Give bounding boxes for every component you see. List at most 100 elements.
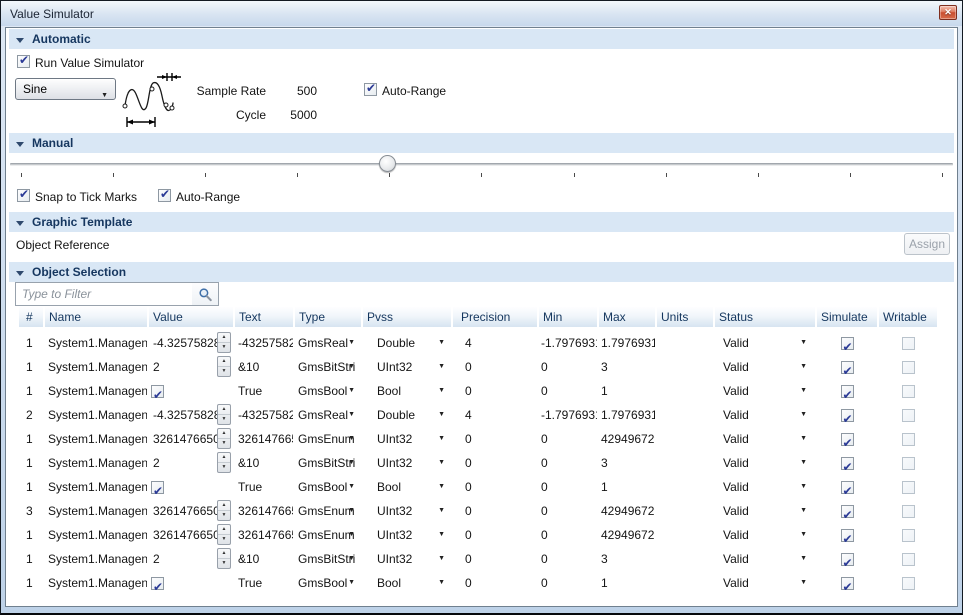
filter-input[interactable] xyxy=(15,282,193,306)
simulate-checkbox[interactable] xyxy=(841,433,854,446)
cell-type-combobox[interactable]: GmsBool▼ xyxy=(295,475,361,499)
spinner-down-icon[interactable]: ▼ xyxy=(218,535,230,544)
value-spinner[interactable]: ▲▼ xyxy=(217,428,231,449)
spinner-down-icon[interactable]: ▼ xyxy=(218,559,230,568)
cell-value[interactable]: 2▲▼ xyxy=(149,451,233,475)
simulate-checkbox[interactable] xyxy=(841,457,854,470)
writable-checkbox[interactable] xyxy=(902,433,915,446)
value-spinner[interactable]: ▲▼ xyxy=(217,404,231,425)
cell-value[interactable]: -4.32575828▲▼ xyxy=(149,331,233,355)
writable-checkbox[interactable] xyxy=(902,529,915,542)
spinner-down-icon[interactable]: ▼ xyxy=(218,511,230,520)
cell-value[interactable]: 2▲▼ xyxy=(149,355,233,379)
cell-pvss-combobox[interactable]: Bool▼ xyxy=(363,571,451,595)
search-button[interactable] xyxy=(192,282,219,306)
cell-pvss-combobox[interactable]: UInt32▼ xyxy=(363,547,451,571)
column-header-writable[interactable]: Writable xyxy=(879,307,937,327)
simulate-checkbox[interactable] xyxy=(841,577,854,590)
value-checkbox[interactable] xyxy=(151,385,164,398)
writable-checkbox[interactable] xyxy=(902,505,915,518)
simulate-checkbox[interactable] xyxy=(841,481,854,494)
cell-pvss-combobox[interactable]: UInt32▼ xyxy=(363,451,451,475)
cell-type-combobox[interactable]: GmsEnum▼ xyxy=(295,523,361,547)
cell-pvss-combobox[interactable]: UInt32▼ xyxy=(363,523,451,547)
snap-to-ticks-checkbox[interactable] xyxy=(17,189,30,202)
cell-status-combobox[interactable]: Valid▼ xyxy=(715,427,815,451)
slider-thumb[interactable] xyxy=(379,155,396,172)
column-header-type[interactable]: Type xyxy=(295,307,361,327)
cell-value[interactable]: 2▲▼ xyxy=(149,547,233,571)
writable-checkbox[interactable] xyxy=(902,337,915,350)
cell-status-combobox[interactable]: Valid▼ xyxy=(715,355,815,379)
spinner-down-icon[interactable]: ▼ xyxy=(218,415,230,424)
writable-checkbox[interactable] xyxy=(902,481,915,494)
auto-range-checkbox-automatic[interactable] xyxy=(364,83,377,96)
spinner-up-icon[interactable]: ▲ xyxy=(218,549,230,559)
cell-type-combobox[interactable]: GmsEnum▼ xyxy=(295,427,361,451)
cell-type-combobox[interactable]: GmsBool▼ xyxy=(295,571,361,595)
manual-slider[interactable] xyxy=(10,155,953,173)
cell-value[interactable] xyxy=(149,475,233,499)
value-checkbox[interactable] xyxy=(151,577,164,590)
spinner-down-icon[interactable]: ▼ xyxy=(218,439,230,448)
column-header-value[interactable]: Value xyxy=(149,307,233,327)
cell-status-combobox[interactable]: Valid▼ xyxy=(715,475,815,499)
table-row[interactable]: 1System1.Managen3261476650▲▼326147665Gms… xyxy=(19,523,937,547)
column-header-max[interactable]: Max xyxy=(599,307,655,327)
value-spinner[interactable]: ▲▼ xyxy=(217,356,231,377)
simulate-checkbox[interactable] xyxy=(841,385,854,398)
writable-checkbox[interactable] xyxy=(902,385,915,398)
cell-value[interactable]: 3261476650▲▼ xyxy=(149,499,233,523)
simulate-checkbox[interactable] xyxy=(841,337,854,350)
spinner-up-icon[interactable]: ▲ xyxy=(218,525,230,535)
writable-checkbox[interactable] xyxy=(902,361,915,374)
run-simulator-checkbox[interactable] xyxy=(17,55,30,68)
writable-checkbox[interactable] xyxy=(902,577,915,590)
spinner-down-icon[interactable]: ▼ xyxy=(218,463,230,472)
column-header-num[interactable]: # xyxy=(19,307,43,327)
section-header-object-selection[interactable]: Object Selection xyxy=(9,262,954,282)
cell-value[interactable] xyxy=(149,379,233,403)
spinner-up-icon[interactable]: ▲ xyxy=(218,405,230,415)
spinner-down-icon[interactable]: ▼ xyxy=(218,367,230,376)
cell-value[interactable]: 3261476650▲▼ xyxy=(149,523,233,547)
table-row[interactable]: 2System1.Managen-4.32575828▲▼-43257582Gm… xyxy=(19,403,937,427)
table-row[interactable]: 1System1.ManagenTrueGmsBool▼Bool▼001Vali… xyxy=(19,379,937,403)
value-checkbox[interactable] xyxy=(151,481,164,494)
column-header-name[interactable]: Name xyxy=(45,307,147,327)
table-row[interactable]: 1System1.Managen2▲▼&10GmsBitStri▼UInt32▼… xyxy=(19,547,937,571)
cell-status-combobox[interactable]: Valid▼ xyxy=(715,547,815,571)
cell-pvss-combobox[interactable]: Double▼ xyxy=(363,403,451,427)
cell-value[interactable]: 3261476650▲▼ xyxy=(149,427,233,451)
section-header-manual[interactable]: Manual xyxy=(9,133,954,153)
section-header-graphic-template[interactable]: Graphic Template xyxy=(9,212,954,232)
column-header-precision[interactable]: Precision xyxy=(453,307,537,327)
cell-pvss-combobox[interactable]: UInt32▼ xyxy=(363,499,451,523)
cell-type-combobox[interactable]: GmsBitStri▼ xyxy=(295,355,361,379)
writable-checkbox[interactable] xyxy=(902,457,915,470)
cell-pvss-combobox[interactable]: Bool▼ xyxy=(363,475,451,499)
cell-value[interactable]: -4.32575828▲▼ xyxy=(149,403,233,427)
cell-status-combobox[interactable]: Valid▼ xyxy=(715,451,815,475)
table-row[interactable]: 1System1.Managen3261476650▲▼326147665Gms… xyxy=(19,427,937,451)
cell-value[interactable] xyxy=(149,571,233,595)
column-header-units[interactable]: Units xyxy=(657,307,713,327)
cell-pvss-combobox[interactable]: Double▼ xyxy=(363,331,451,355)
auto-range-checkbox-manual[interactable] xyxy=(158,189,171,202)
value-spinner[interactable]: ▲▼ xyxy=(217,524,231,545)
cell-status-combobox[interactable]: Valid▼ xyxy=(715,571,815,595)
value-spinner[interactable]: ▲▼ xyxy=(217,548,231,569)
spinner-up-icon[interactable]: ▲ xyxy=(218,429,230,439)
table-row[interactable]: 1System1.Managen2▲▼&10GmsBitStri▼UInt32▼… xyxy=(19,451,937,475)
column-header-simulate[interactable]: Simulate xyxy=(817,307,877,327)
table-row[interactable]: 3System1.Managen3261476650▲▼326147665Gms… xyxy=(19,499,937,523)
slider-track[interactable] xyxy=(10,163,953,166)
spinner-up-icon[interactable]: ▲ xyxy=(218,501,230,511)
simulate-checkbox[interactable] xyxy=(841,529,854,542)
column-header-text[interactable]: Text xyxy=(235,307,293,327)
cell-pvss-combobox[interactable]: UInt32▼ xyxy=(363,427,451,451)
cell-type-combobox[interactable]: GmsBitStri▼ xyxy=(295,451,361,475)
cell-status-combobox[interactable]: Valid▼ xyxy=(715,523,815,547)
cell-status-combobox[interactable]: Valid▼ xyxy=(715,331,815,355)
cell-status-combobox[interactable]: Valid▼ xyxy=(715,379,815,403)
